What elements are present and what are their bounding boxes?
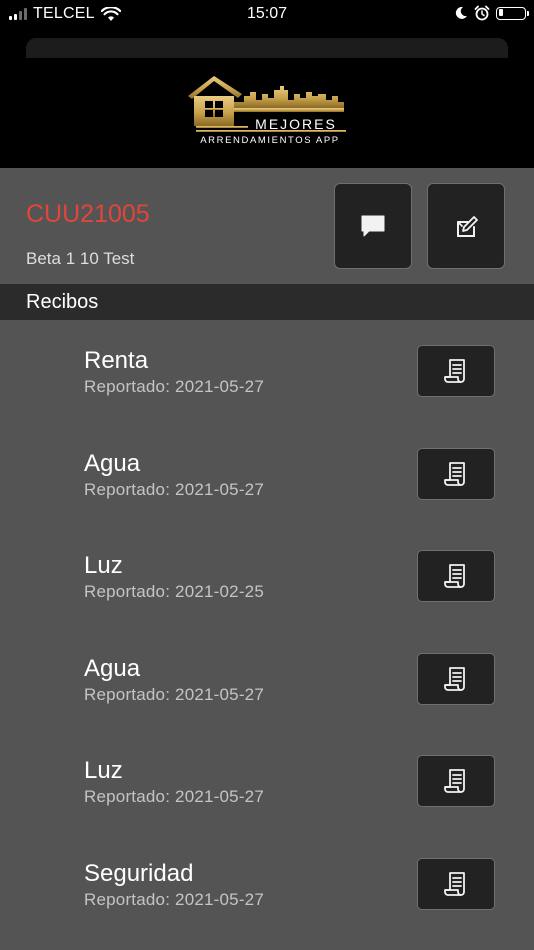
receipt-title: Agua [84, 654, 141, 682]
section-header: Recibos [0, 284, 534, 320]
edit-document-icon [457, 216, 478, 237]
receipt-title: Luz [84, 757, 123, 784]
receipt-icon [444, 769, 465, 793]
view-receipt-button[interactable] [417, 755, 495, 807]
receipt-date: Reportado: 2021-05-27 [84, 479, 264, 499]
chat-button[interactable] [334, 183, 412, 269]
receipt-row: Seguridad Reportado: 2021-05-27 [0, 833, 534, 936]
receipt-row: Renta Reportado: 2021-05-27 [0, 320, 534, 423]
receipt-date: Reportado: 2021-05-27 [84, 889, 264, 909]
view-receipt-button[interactable] [417, 652, 495, 705]
receipt-date: Reportado: 2021-05-27 [84, 787, 264, 806]
receipt-icon [444, 871, 465, 896]
battery-level [498, 9, 503, 16]
receipt-list: Renta Reportado: 2021-05-27 Agua Reportado:… [0, 320, 534, 935]
property-code: CUU21005 [26, 200, 150, 228]
receipt-row: Luz Reportado: 2021-02-25 [0, 525, 534, 628]
receipt-title: Renta [84, 347, 149, 374]
moon-icon [455, 6, 467, 19]
receipt-date: Reportado: 2021-02-25 [84, 582, 264, 601]
status-bar: TELCEL 15:07 [0, 0, 534, 28]
property-name: Beta 1 10 Test [26, 249, 135, 268]
status-right [454, 5, 529, 21]
receipt-icon [444, 359, 465, 383]
receipt-date: Reportado: 2021-05-27 [84, 377, 264, 396]
logo-subtitle: ARRENDAMIENTOS APP [200, 135, 340, 146]
chat-bubble-icon [361, 215, 385, 237]
receipt-title: Seguridad [84, 859, 194, 887]
receipt-row: Agua Reportado: 2021-05-27 [0, 423, 534, 526]
receipt-date: Reportado: 2021-05-27 [84, 684, 264, 704]
view-receipt-button[interactable] [417, 857, 495, 910]
sheet-top [26, 38, 508, 58]
receipt-row: Luz Reportado: 2021-05-27 [0, 730, 534, 833]
receipt-title: Agua [84, 449, 141, 477]
view-receipt-button[interactable] [417, 345, 495, 397]
receipt-icon [444, 564, 465, 588]
alarm-icon [474, 5, 490, 21]
section-title: Recibos [26, 291, 99, 313]
receipt-icon [444, 666, 465, 691]
edit-button[interactable] [427, 183, 505, 269]
battery-icon [496, 6, 529, 20]
logo-word: MEJORES [255, 116, 337, 132]
receipt-row: Agua Reportado: 2021-05-27 [0, 628, 534, 731]
receipt-title: Luz [84, 552, 123, 579]
app-header: TELCEL 15:07 MEJORES ARRENDAMIENTOS APP [0, 0, 534, 168]
view-receipt-button[interactable] [417, 447, 495, 500]
view-receipt-button[interactable] [417, 550, 495, 602]
receipt-icon [444, 461, 465, 486]
